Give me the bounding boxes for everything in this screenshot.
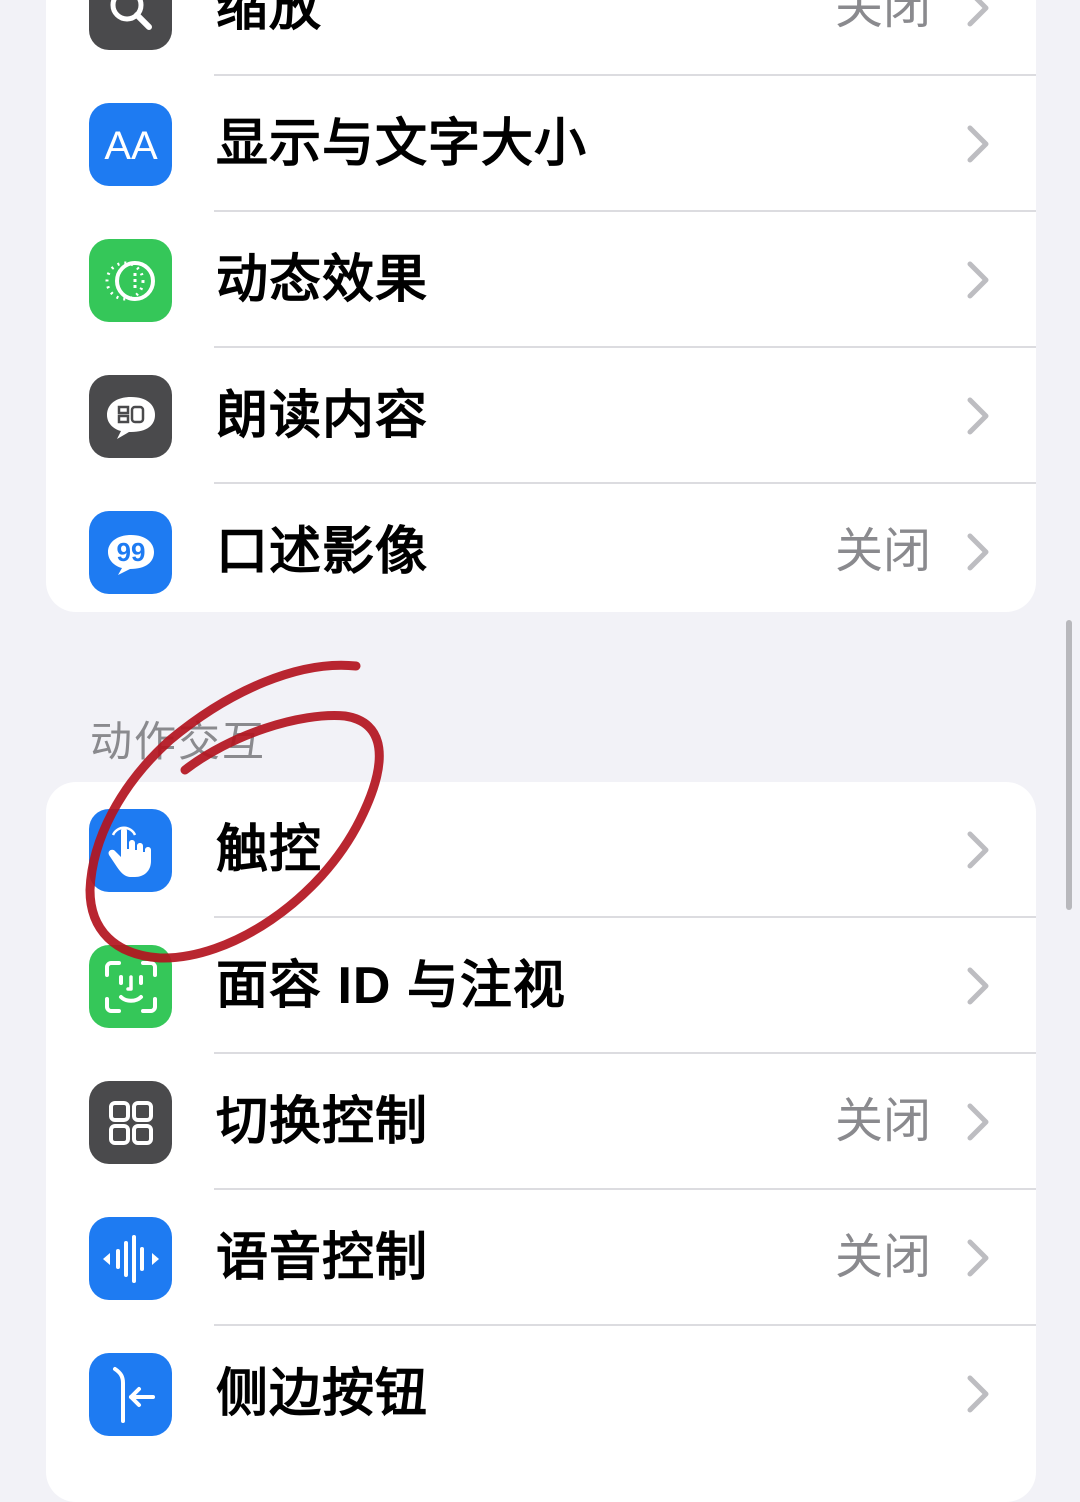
row-label: 语音控制 xyxy=(216,1229,429,1287)
chevron-right-icon xyxy=(967,0,989,27)
row-face-id-attention[interactable]: 面容 ID 与注视 xyxy=(46,918,1036,1054)
audio-description-icon: 99 xyxy=(89,511,172,594)
row-label: 口述影像 xyxy=(216,523,429,581)
face-id-icon xyxy=(89,945,172,1028)
text-size-icon: AA xyxy=(89,103,172,186)
chevron-right-icon xyxy=(967,967,989,1005)
chevron-right-icon xyxy=(967,831,989,869)
voice-control-icon xyxy=(89,1217,172,1300)
side-button-icon xyxy=(89,1353,172,1436)
row-value: 关闭 xyxy=(834,525,931,578)
row-label: 显示与文字大小 xyxy=(216,115,588,173)
chevron-right-icon xyxy=(967,261,989,299)
chevron-right-icon xyxy=(967,397,989,435)
row-side-button[interactable]: 侧边按钮 xyxy=(46,1326,1036,1462)
row-switch-control[interactable]: 切换控制 关闭 xyxy=(46,1054,1036,1190)
settings-group-interaction: 触控 面容 ID 与注视 切换控制 关闭 语音控制 关闭 侧边按钮 xyxy=(46,782,1036,1502)
row-value: 关闭 xyxy=(834,1231,931,1284)
chevron-right-icon xyxy=(967,1103,989,1141)
section-header: 动作交互 xyxy=(90,718,267,765)
zoom-icon xyxy=(89,0,172,50)
row-value: 关闭 xyxy=(834,0,931,34)
svg-text:99: 99 xyxy=(116,537,145,567)
chevron-right-icon xyxy=(967,1239,989,1277)
touch-hand-icon xyxy=(89,809,172,892)
row-label: 侧边按钮 xyxy=(216,1365,429,1423)
row-label: 面容 ID 与注视 xyxy=(216,957,566,1015)
switch-control-icon xyxy=(89,1081,172,1164)
row-label: 触控 xyxy=(216,821,323,879)
row-audio-description[interactable]: 99 口述影像 关闭 xyxy=(46,484,1036,612)
row-display-text-size[interactable]: AA 显示与文字大小 xyxy=(46,76,1036,212)
row-value: 关闭 xyxy=(834,1095,931,1148)
chevron-right-icon xyxy=(967,125,989,163)
row-voice-control[interactable]: 语音控制 关闭 xyxy=(46,1190,1036,1326)
row-zoom[interactable]: 缩放 关闭 xyxy=(46,0,1036,76)
motion-icon xyxy=(89,239,172,322)
row-label: 缩放 xyxy=(216,0,323,37)
chevron-right-icon xyxy=(967,533,989,571)
row-spoken-content[interactable]: 朗读内容 xyxy=(46,348,1036,484)
row-label: 朗读内容 xyxy=(216,387,429,445)
chevron-right-icon xyxy=(967,1375,989,1413)
row-label: 动态效果 xyxy=(216,251,429,309)
settings-group-vision: 缩放 关闭 AA 显示与文字大小 动态效果 朗读内容 99 口述影像 关闭 xyxy=(46,0,1036,612)
row-touch[interactable]: 触控 xyxy=(46,782,1036,918)
row-motion[interactable]: 动态效果 xyxy=(46,212,1036,348)
scroll-indicator[interactable] xyxy=(1066,620,1072,910)
svg-text:AA: AA xyxy=(104,124,158,168)
row-label: 切换控制 xyxy=(216,1093,429,1151)
spoken-content-icon xyxy=(89,375,172,458)
